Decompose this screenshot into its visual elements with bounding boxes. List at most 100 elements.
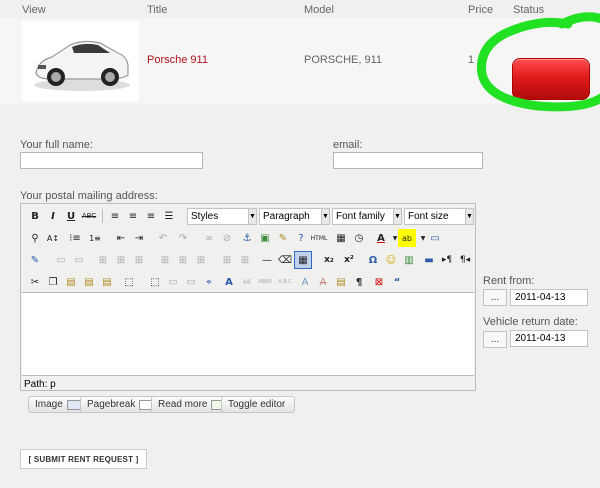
rich-text-editor: B I U ABC ≡ ≡ ≡ ☰ Styles ▼ Paragraph ▼ Fon…: [20, 203, 476, 391]
paste-text-icon[interactable]: ▤: [80, 273, 98, 291]
insert-date-icon[interactable]: ▦: [332, 229, 350, 247]
col-header-title: Title: [147, 4, 168, 16]
advhr-icon[interactable]: ▬: [420, 251, 438, 269]
rent-from-picker-button[interactable]: ...: [483, 289, 507, 306]
pagebreak-button[interactable]: Pagebreak: [80, 396, 161, 413]
outdent-icon[interactable]: ⇤: [112, 229, 130, 247]
toggle-editor-button[interactable]: Toggle editor: [221, 396, 295, 413]
redo-icon[interactable]: ↷: [174, 229, 192, 247]
html-icon[interactable]: HTML: [310, 229, 328, 247]
numbered-list-icon[interactable]: 1≡: [86, 229, 104, 247]
editor-path: Path: p: [24, 379, 56, 390]
car-model: PORSCHE, 911: [304, 54, 383, 66]
row-props-icon[interactable]: ⊞: [94, 251, 112, 269]
new-document-icon[interactable]: ✎: [26, 251, 44, 269]
car-thumbnail[interactable]: [22, 21, 139, 101]
insertion-icon[interactable]: A: [296, 273, 314, 291]
image-icon[interactable]: ▣: [256, 229, 274, 247]
return-date-input[interactable]: 2011-04-13: [510, 330, 588, 347]
merge-cells-icon[interactable]: ⊞: [236, 251, 254, 269]
anchor-icon[interactable]: ⚓: [238, 229, 256, 247]
status-button[interactable]: [512, 58, 590, 100]
insert-layer-icon[interactable]: ▭: [52, 251, 70, 269]
replace-icon[interactable]: A↕: [44, 229, 62, 247]
fullscreen-icon[interactable]: ▭: [426, 229, 444, 247]
ltr-icon[interactable]: ▸¶: [438, 251, 456, 269]
delete-col-icon[interactable]: ⊞: [192, 251, 210, 269]
font-family-select[interactable]: Font family ▼: [332, 208, 402, 225]
table-icon[interactable]: ▦: [294, 251, 312, 269]
paste-icon[interactable]: ▤: [62, 273, 80, 291]
absolute-icon[interactable]: ⌖: [200, 273, 218, 291]
copy-icon[interactable]: ❐: [44, 273, 62, 291]
underline-icon[interactable]: U: [62, 207, 80, 225]
rent-from-label: Rent from:: [483, 275, 535, 287]
emoticon-icon[interactable]: ☺: [382, 251, 400, 269]
return-date-picker-button[interactable]: ...: [483, 331, 507, 348]
undo-icon[interactable]: ↶: [154, 229, 172, 247]
image-button[interactable]: Image: [28, 396, 88, 413]
visual-aid-icon[interactable]: ⬚: [146, 273, 164, 291]
visual-chars-icon[interactable]: ¶: [350, 273, 368, 291]
toolbar-row-2: ⚲ A↕ ⁝≡ 1≡ ⇤ ⇥ ↶ ↷ ∞ ⊘ ⚓ ▣ ✎ ? HTML ▦ ◷ …: [24, 228, 474, 248]
porsche-image: [22, 21, 139, 101]
acronym-icon[interactable]: A.B.C: [276, 273, 294, 291]
email-input[interactable]: [333, 152, 483, 169]
insert-time-icon[interactable]: ◷: [350, 229, 368, 247]
split-cells-icon[interactable]: ⊞: [218, 251, 236, 269]
email-label: email:: [333, 139, 363, 151]
car-title-link[interactable]: Porsche 911: [147, 54, 208, 66]
insert-before-icon[interactable]: ▭: [164, 273, 182, 291]
align-left-icon[interactable]: ≡: [106, 207, 124, 225]
cleanup-icon[interactable]: ✎: [274, 229, 292, 247]
insert-col-icon[interactable]: ⊞: [174, 251, 192, 269]
delete-row-icon[interactable]: ⊞: [156, 251, 174, 269]
abbr-icon[interactable]: ABBR: [256, 273, 274, 291]
special-char-icon[interactable]: Ω: [364, 251, 382, 269]
align-center-icon[interactable]: ≡: [124, 207, 142, 225]
cite-icon[interactable]: 66: [238, 273, 256, 291]
paste-word-icon[interactable]: ▤: [98, 273, 116, 291]
unlink-icon[interactable]: ⊘: [218, 229, 236, 247]
strikethrough-icon[interactable]: ABC: [80, 207, 98, 225]
indent-icon[interactable]: ⇥: [130, 229, 148, 247]
toolbar-row-3: ✎ ▭ ▭ ⊞ ⊞ ⊞ ⊞ ⊞ ⊞ ⊞ ⊞ — ⌫ ▦ x₂ x² Ω ☺ ▥ …: [24, 250, 474, 270]
col-header-view: View: [22, 4, 46, 16]
cut-icon[interactable]: ✂: [26, 273, 44, 291]
italic-icon[interactable]: I: [44, 207, 62, 225]
full-name-input[interactable]: [20, 152, 203, 169]
nonbreaking-icon[interactable]: ⊠: [370, 273, 388, 291]
submit-rent-request-button[interactable]: [ SUBMIT RENT REQUEST ]: [20, 449, 147, 469]
link-icon[interactable]: ∞: [200, 229, 218, 247]
font-size-select[interactable]: Font size ▼: [404, 208, 474, 225]
return-date-label: Vehicle return date:: [483, 316, 578, 328]
rent-from-input[interactable]: 2011-04-13: [510, 289, 588, 306]
insert-after-icon[interactable]: ▭: [182, 273, 200, 291]
attributes-icon[interactable]: ▤: [332, 273, 350, 291]
remove-format-icon[interactable]: ⌫: [276, 251, 294, 269]
toolbar-row-1: B I U ABC ≡ ≡ ≡ ☰ Styles ▼ Paragraph ▼ Fon…: [24, 206, 474, 226]
align-justify-icon[interactable]: ☰: [160, 207, 178, 225]
select-all-icon[interactable]: ⬚: [120, 273, 138, 291]
deletion-icon[interactable]: A: [314, 273, 332, 291]
superscript-icon[interactable]: x²: [340, 251, 358, 269]
subscript-icon[interactable]: x₂: [320, 251, 338, 269]
paragraph-select[interactable]: Paragraph ▼: [259, 208, 330, 225]
rtl-icon[interactable]: ¶◂: [456, 251, 474, 269]
blockquote-icon[interactable]: “: [388, 273, 406, 291]
toolbar-separator: [102, 209, 103, 223]
align-right-icon[interactable]: ≡: [142, 207, 160, 225]
media-icon[interactable]: ▥: [400, 251, 418, 269]
move-layer-icon[interactable]: ▭: [70, 251, 88, 269]
style-props-icon[interactable]: A: [220, 273, 238, 291]
cell-props-icon[interactable]: ⊞: [112, 251, 130, 269]
insert-row-icon[interactable]: ⊞: [130, 251, 148, 269]
car-price: 1 -: [468, 54, 481, 66]
editor-content-area[interactable]: [22, 292, 474, 376]
bold-icon[interactable]: B: [26, 207, 44, 225]
styles-select[interactable]: Styles ▼: [187, 208, 257, 225]
bullet-list-icon[interactable]: ⁝≡: [66, 229, 84, 247]
help-icon[interactable]: ?: [292, 229, 310, 247]
horizontal-rule-icon[interactable]: —: [258, 251, 276, 269]
find-icon[interactable]: ⚲: [26, 229, 44, 247]
